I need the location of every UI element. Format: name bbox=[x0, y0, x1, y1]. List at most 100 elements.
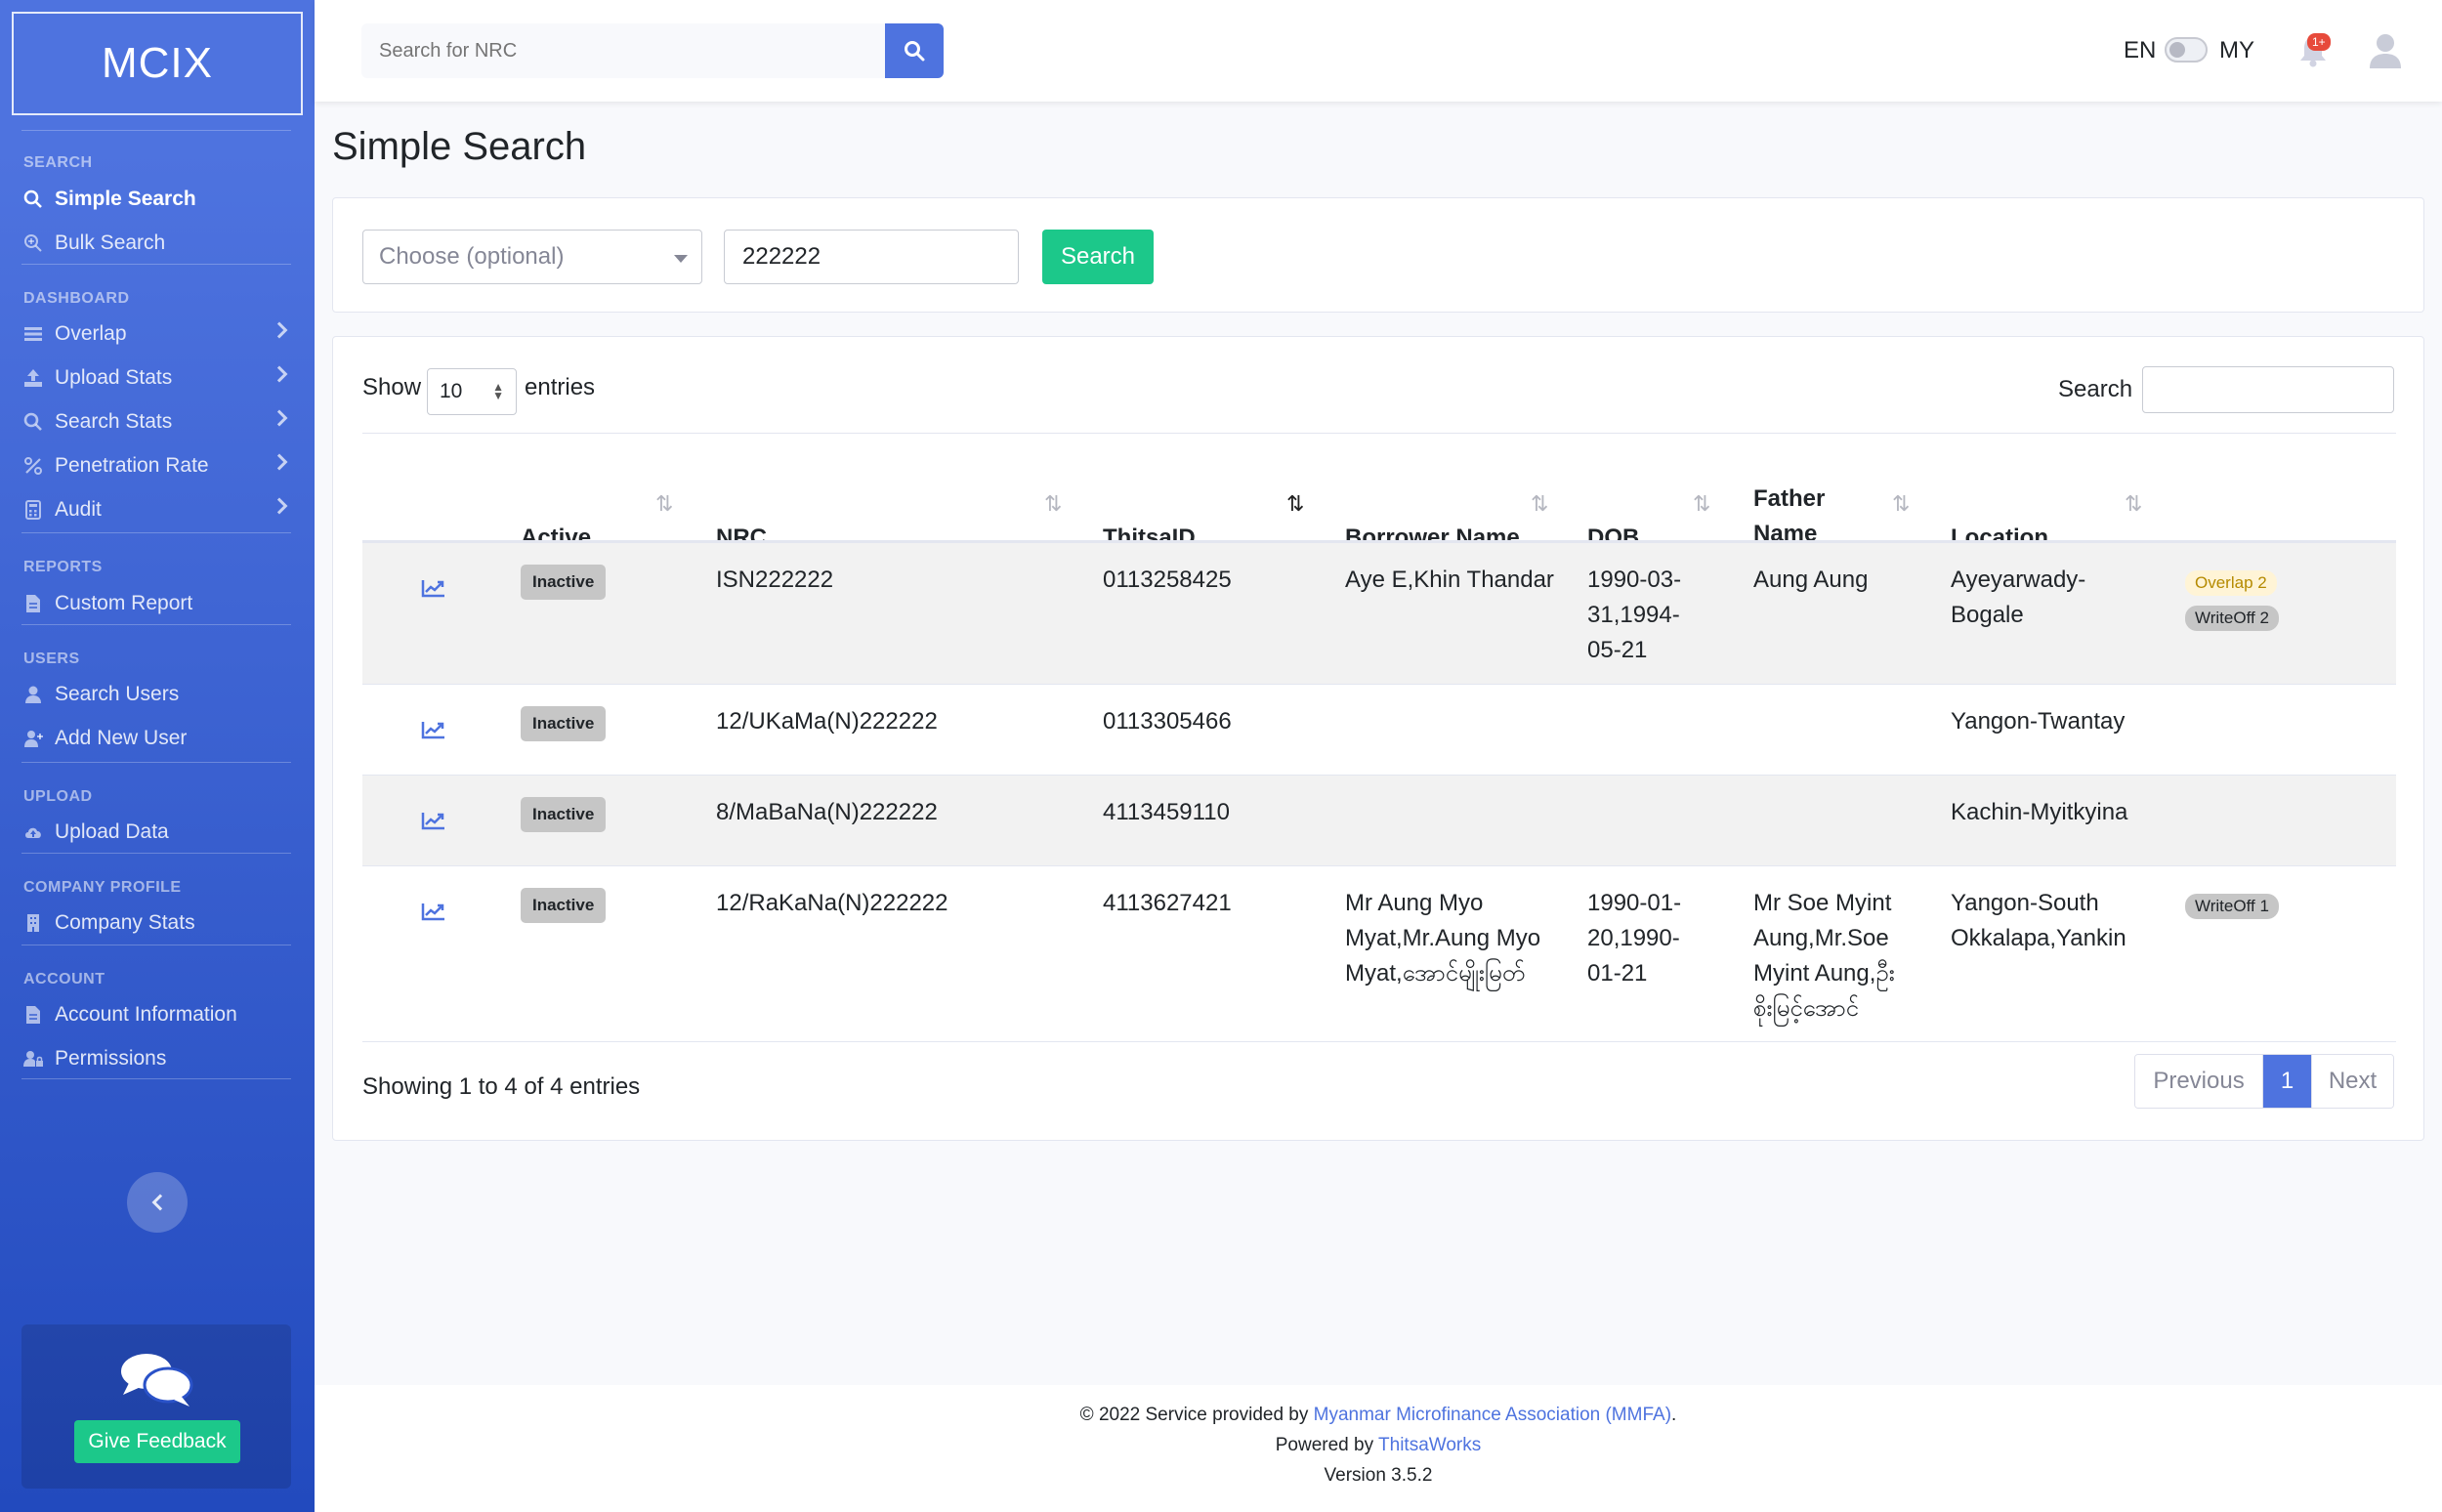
sidebar-item-overlap[interactable]: Overlap bbox=[23, 315, 291, 354]
caret-down-icon bbox=[674, 255, 688, 263]
thitsaworks-link[interactable]: ThitsaWorks bbox=[1378, 1435, 1481, 1455]
user-plus-icon bbox=[23, 729, 43, 748]
sidebar-item-label: Penetration Rate bbox=[55, 454, 209, 477]
sidebar-divider bbox=[21, 624, 291, 625]
bars-icon bbox=[23, 324, 43, 344]
chart-line-icon[interactable] bbox=[421, 578, 446, 598]
sort-icon[interactable]: ⇅ bbox=[655, 491, 673, 517]
sidebar-item-audit[interactable]: Audit bbox=[23, 490, 291, 529]
search-button[interactable]: Search bbox=[1042, 230, 1154, 284]
user-icon bbox=[23, 685, 43, 704]
sidebar-item-label: Audit bbox=[55, 498, 102, 521]
sidebar-item-upload-data[interactable]: Upload Data bbox=[23, 813, 291, 852]
mmfa-link[interactable]: Myanmar Microfinance Association (MMFA) bbox=[1314, 1405, 1671, 1425]
cell-location: Yangon-South Okkalapa,Yankin bbox=[1951, 890, 2126, 951]
column-header-nrc[interactable]: NRC bbox=[716, 454, 767, 552]
table-search-label: Search bbox=[2058, 376, 2133, 402]
footer-powered-by: Powered by ThitsaWorks bbox=[315, 1435, 2442, 1456]
sort-icon[interactable]: ⇅ bbox=[1531, 491, 1548, 517]
sidebar-item-add-new-user[interactable]: Add New User bbox=[23, 719, 291, 758]
users-lock-icon bbox=[23, 1049, 43, 1069]
brand-logo[interactable]: MCIX bbox=[12, 12, 303, 115]
cell-location: Yangon-Twantay bbox=[1951, 708, 2126, 735]
column-header-borrower-name[interactable]: Borrower Name bbox=[1345, 454, 1520, 552]
sidebar-divider bbox=[21, 532, 291, 533]
table-row[interactable]: Inactive 8/MaBaNa(N)222222 4113459110 Kachi… bbox=[362, 776, 2396, 866]
search-icon bbox=[23, 412, 43, 432]
sidebar-item-upload-stats[interactable]: Upload Stats bbox=[23, 358, 291, 398]
sidebar-item-label: Permissions bbox=[55, 1047, 167, 1070]
topbar: EN MY 1+ bbox=[315, 0, 2442, 102]
sidebar-item-label: Upload Stats bbox=[55, 366, 173, 389]
notification-badge: 1+ bbox=[2307, 33, 2331, 51]
cell-borrower: Mr Aung Myo Myat,Mr.Aung Myo Myat,အောင်မ… bbox=[1345, 890, 1541, 987]
entries-per-page-select[interactable]: 10 ▲ ▼ bbox=[427, 368, 517, 415]
writeoff-badge: WriteOff 1 bbox=[2185, 894, 2279, 919]
sort-asc-icon[interactable]: ⇅ bbox=[1286, 491, 1304, 517]
sidebar-item-bulk-search[interactable]: Bulk Search bbox=[23, 224, 291, 263]
cell-nrc: 8/MaBaNa(N)222222 bbox=[716, 799, 938, 825]
nrc-search-input[interactable] bbox=[361, 23, 885, 78]
table-row[interactable]: Inactive 12/UKaMa(N)222222 0113305466 Yango… bbox=[362, 685, 2396, 776]
sidebar-item-penetration-rate[interactable]: Penetration Rate bbox=[23, 446, 291, 485]
cell-nrc: 12/UKaMa(N)222222 bbox=[716, 708, 938, 735]
give-feedback-button[interactable]: Give Feedback bbox=[74, 1420, 240, 1463]
comments-icon bbox=[121, 1354, 193, 1407]
chart-line-icon[interactable] bbox=[421, 811, 446, 830]
topbar-search-button[interactable] bbox=[885, 23, 944, 78]
sort-icon[interactable]: ⇅ bbox=[1693, 491, 1710, 517]
search-type-select[interactable]: Choose (optional) bbox=[362, 230, 702, 284]
calculator-icon bbox=[23, 500, 43, 520]
column-header-dob[interactable]: DOB bbox=[1587, 454, 1639, 552]
chart-line-icon[interactable] bbox=[421, 902, 446, 921]
cell-father: Mr Soe Myint Aung,Mr.Soe Myint Aung,ဦး စ… bbox=[1753, 890, 1895, 1022]
sidebar-heading: UPLOAD bbox=[23, 788, 93, 805]
search-plus-icon bbox=[23, 233, 43, 253]
column-header-father-name[interactable]: Father Name bbox=[1753, 454, 1825, 552]
sidebar-item-search-stats[interactable]: Search Stats bbox=[23, 402, 291, 441]
nrc-number-input[interactable] bbox=[724, 230, 1019, 284]
sidebar-item-label: Search Users bbox=[55, 683, 180, 705]
cell-nrc: ISN222222 bbox=[716, 567, 834, 593]
sidebar-heading: DASHBOARD bbox=[23, 290, 130, 307]
column-header-thitsaid[interactable]: ThitsaID bbox=[1103, 454, 1196, 552]
sidebar-item-label: Overlap bbox=[55, 322, 127, 345]
sidebar-divider bbox=[21, 1078, 291, 1079]
table-row[interactable]: Inactive 12/RaKaNa(N)222222 4113627421 Mr A… bbox=[362, 866, 2396, 1042]
column-header-location[interactable]: Location bbox=[1951, 454, 2048, 552]
column-header-active[interactable]: Active bbox=[521, 454, 591, 552]
sidebar-item-search-users[interactable]: Search Users bbox=[23, 675, 291, 714]
sidebar-item-account-information[interactable]: Account Information bbox=[23, 995, 291, 1034]
footer-copyright: © 2022 Service provided by Myanmar Micro… bbox=[315, 1405, 2442, 1426]
sort-icon[interactable]: ⇅ bbox=[2125, 491, 2142, 517]
status-badge: Inactive bbox=[521, 565, 607, 600]
previous-page-button[interactable]: Previous bbox=[2135, 1055, 2262, 1108]
table-search-input[interactable] bbox=[2142, 366, 2394, 413]
search-icon bbox=[905, 41, 925, 62]
sidebar-item-simple-search[interactable]: Simple Search bbox=[23, 180, 291, 219]
sidebar-toggle-button[interactable] bbox=[127, 1172, 188, 1233]
next-page-button[interactable]: Next bbox=[2311, 1055, 2393, 1108]
cell-location: Kachin-Myitkyina bbox=[1951, 799, 2128, 825]
table-row[interactable]: Inactive ISN222222 0113258425 Aye E,Khin Th… bbox=[362, 543, 2396, 685]
sidebar-item-permissions[interactable]: Permissions bbox=[23, 1039, 291, 1078]
sort-icon[interactable]: ⇅ bbox=[1044, 491, 1062, 517]
chart-line-icon[interactable] bbox=[421, 720, 446, 739]
sort-icon[interactable]: ⇅ bbox=[1892, 491, 1910, 517]
sidebar-item-custom-report[interactable]: Custom Report bbox=[23, 584, 291, 623]
sidebar-item-label: Upload Data bbox=[55, 820, 169, 843]
file-icon bbox=[23, 594, 43, 613]
user-avatar-icon[interactable] bbox=[2366, 31, 2405, 70]
page-1-button[interactable]: 1 bbox=[2262, 1055, 2311, 1108]
footer-text: Powered by bbox=[1275, 1435, 1379, 1455]
cell-thitsaid: 0113258425 bbox=[1103, 567, 1232, 593]
sort-arrows-icon: ▲ ▼ bbox=[492, 380, 504, 402]
sidebar-item-company-stats[interactable]: Company Stats bbox=[23, 903, 291, 943]
entries-label: entries bbox=[525, 374, 596, 400]
language-toggle[interactable] bbox=[2165, 37, 2208, 63]
sidebar-item-label: Company Stats bbox=[55, 911, 195, 934]
cell-father: Aung Aung bbox=[1753, 567, 1869, 593]
chevron-right-icon bbox=[271, 497, 288, 515]
chevron-right-icon bbox=[271, 409, 288, 427]
chevron-right-icon bbox=[271, 365, 288, 383]
